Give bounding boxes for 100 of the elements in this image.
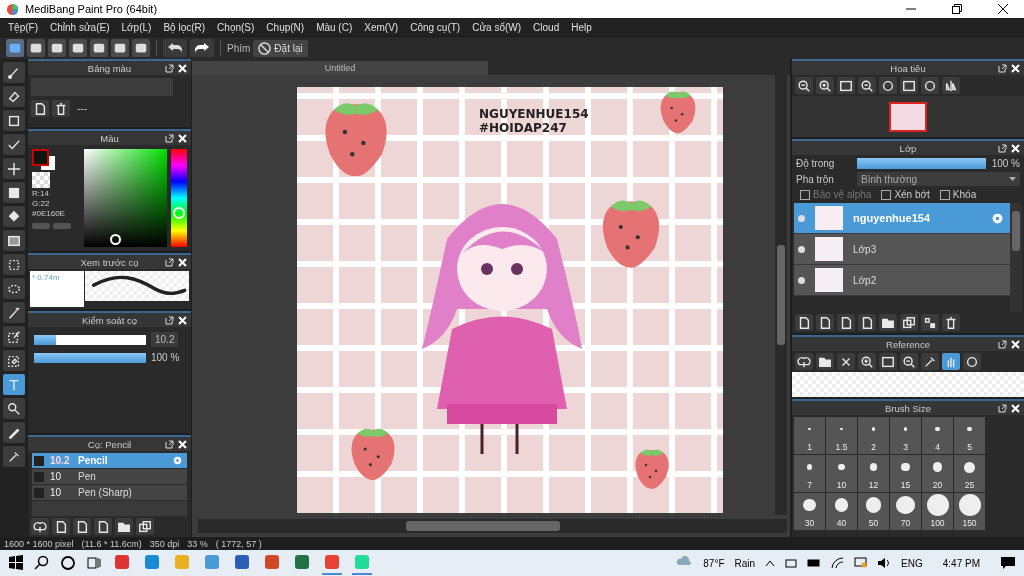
- layer-opacity-slider[interactable]: [856, 158, 986, 169]
- menu-item[interactable]: Tệp(F): [2, 21, 44, 33]
- tool-button[interactable]: [2, 86, 25, 107]
- battery-icon[interactable]: [807, 558, 822, 568]
- brush-tool-button[interactable]: [31, 518, 49, 535]
- navigator-tool-button[interactable]: [900, 77, 918, 94]
- popout-icon[interactable]: [998, 144, 1007, 153]
- tool-button[interactable]: [2, 134, 25, 155]
- brush-size-slider[interactable]: [34, 334, 146, 345]
- tool-button[interactable]: [2, 302, 25, 323]
- brush-tool-button[interactable]: [73, 518, 91, 535]
- close-icon[interactable]: [998, 4, 1008, 14]
- undo-button[interactable]: [163, 39, 187, 57]
- tool-button[interactable]: [2, 230, 25, 251]
- search-icon[interactable]: [34, 555, 50, 571]
- brush-size-option[interactable]: 1.5: [826, 417, 857, 454]
- reference-tool-button[interactable]: [900, 353, 918, 370]
- menu-item[interactable]: Help: [565, 21, 598, 33]
- canvas-thumbnail[interactable]: [889, 101, 927, 132]
- brush-size-option[interactable]: 30: [794, 493, 825, 530]
- windows-start-icon[interactable]: [8, 555, 24, 571]
- speaker-icon[interactable]: [877, 557, 892, 569]
- tool-button[interactable]: [2, 350, 25, 371]
- navigator-tool-button[interactable]: [816, 77, 834, 94]
- reset-button[interactable]: Đặt lại: [253, 39, 308, 57]
- language-indicator[interactable]: ENG: [901, 557, 923, 569]
- brush-size-option[interactable]: 100: [922, 493, 953, 530]
- brush-list-item[interactable]: 10 Pen: [32, 469, 187, 485]
- layer-item[interactable]: Lớp3: [794, 234, 1010, 265]
- brush-size-option[interactable]: 50: [858, 493, 889, 530]
- opacity-slider[interactable]: [34, 352, 146, 363]
- layer-tool-button[interactable]: [795, 314, 813, 331]
- toolbar-button[interactable]: [48, 39, 66, 57]
- display-icon[interactable]: [854, 557, 868, 569]
- layer-item[interactable]: Lớp2: [794, 265, 1010, 296]
- layer-tool-button[interactable]: [816, 314, 834, 331]
- brush-size-option[interactable]: 4: [922, 417, 953, 454]
- checkbox[interactable]: Khóa: [939, 189, 977, 200]
- tool-button[interactable]: [2, 422, 25, 443]
- circle-icon[interactable]: [60, 555, 76, 571]
- color-field[interactable]: [83, 149, 168, 247]
- new-palette-button[interactable]: [31, 100, 49, 117]
- navigator-tool-button[interactable]: [858, 77, 876, 94]
- tool-button[interactable]: [2, 110, 25, 131]
- checkbox[interactable]: Xén bớt: [881, 189, 930, 200]
- popout-icon[interactable]: [998, 404, 1007, 413]
- brush-size-option[interactable]: 5: [954, 417, 985, 454]
- wifi-icon[interactable]: [831, 557, 845, 569]
- tool-button[interactable]: [2, 398, 25, 419]
- brush-tool-button[interactable]: [136, 518, 154, 535]
- menu-item[interactable]: Chọn(S): [211, 21, 261, 33]
- popout-icon[interactable]: [165, 134, 174, 143]
- gear-icon[interactable]: [991, 211, 1004, 225]
- reference-tool-button[interactable]: [795, 353, 813, 370]
- tool-button[interactable]: [2, 158, 25, 179]
- reference-tool-button[interactable]: [921, 353, 939, 370]
- delete-button[interactable]: [52, 100, 70, 117]
- toolbar-button[interactable]: [132, 39, 150, 57]
- reference-tool-button[interactable]: [963, 353, 981, 370]
- toolbar-button[interactable]: [90, 39, 108, 57]
- notification-icon[interactable]: [1000, 556, 1016, 570]
- menu-item[interactable]: Chỉnh sửa(E): [44, 21, 116, 33]
- document-tab[interactable]: Untitled: [192, 61, 488, 75]
- brush-size-option[interactable]: 3: [890, 417, 921, 454]
- menu-item[interactable]: Công cụ(T): [404, 21, 467, 33]
- menu-item[interactable]: Lớp(L): [115, 21, 158, 33]
- brush-size-value[interactable]: 10.2: [151, 332, 179, 347]
- clock[interactable]: 4:47 PM: [942, 557, 980, 569]
- brush-size-option[interactable]: 12: [858, 455, 889, 492]
- tool-button[interactable]: [2, 254, 25, 275]
- redo-button[interactable]: [190, 39, 214, 57]
- brush-tool-button[interactable]: [115, 518, 133, 535]
- reference-tool-button[interactable]: [816, 353, 834, 370]
- brush-tool-button[interactable]: [94, 518, 112, 535]
- menu-item[interactable]: Màu (C): [310, 21, 359, 33]
- color-mode-button[interactable]: [32, 223, 50, 229]
- navigator-tool-button[interactable]: [879, 77, 897, 94]
- brush-list-item[interactable]: 10 Pen (Sharp): [32, 485, 187, 501]
- popout-icon[interactable]: [165, 440, 174, 449]
- layer-tool-button[interactable]: [837, 314, 855, 331]
- popout-icon[interactable]: [165, 258, 174, 267]
- layer-tool-button[interactable]: [858, 314, 876, 331]
- vertical-scrollbar[interactable]: [775, 75, 787, 515]
- navigator-tool-button[interactable]: [795, 77, 813, 94]
- navigator-tool-button[interactable]: [921, 77, 939, 94]
- popout-icon[interactable]: [998, 64, 1007, 73]
- menu-item[interactable]: Xem(V): [358, 21, 405, 33]
- tool-button[interactable]: [2, 182, 25, 203]
- tool-button[interactable]: [2, 446, 25, 467]
- visibility-toggle[interactable]: [798, 276, 805, 284]
- hue-slider[interactable]: [171, 149, 187, 247]
- brush-size-option[interactable]: 70: [890, 493, 921, 530]
- blend-mode-dropdown[interactable]: Bình thường: [857, 172, 1020, 186]
- visibility-toggle[interactable]: [798, 214, 805, 222]
- gear-icon[interactable]: [172, 455, 183, 466]
- menu-item[interactable]: Cloud: [527, 21, 566, 33]
- maximize-icon[interactable]: [952, 4, 962, 14]
- reference-tool-button[interactable]: [858, 353, 876, 370]
- toolbar-button[interactable]: [111, 39, 129, 57]
- color-mode-button[interactable]: [53, 223, 71, 229]
